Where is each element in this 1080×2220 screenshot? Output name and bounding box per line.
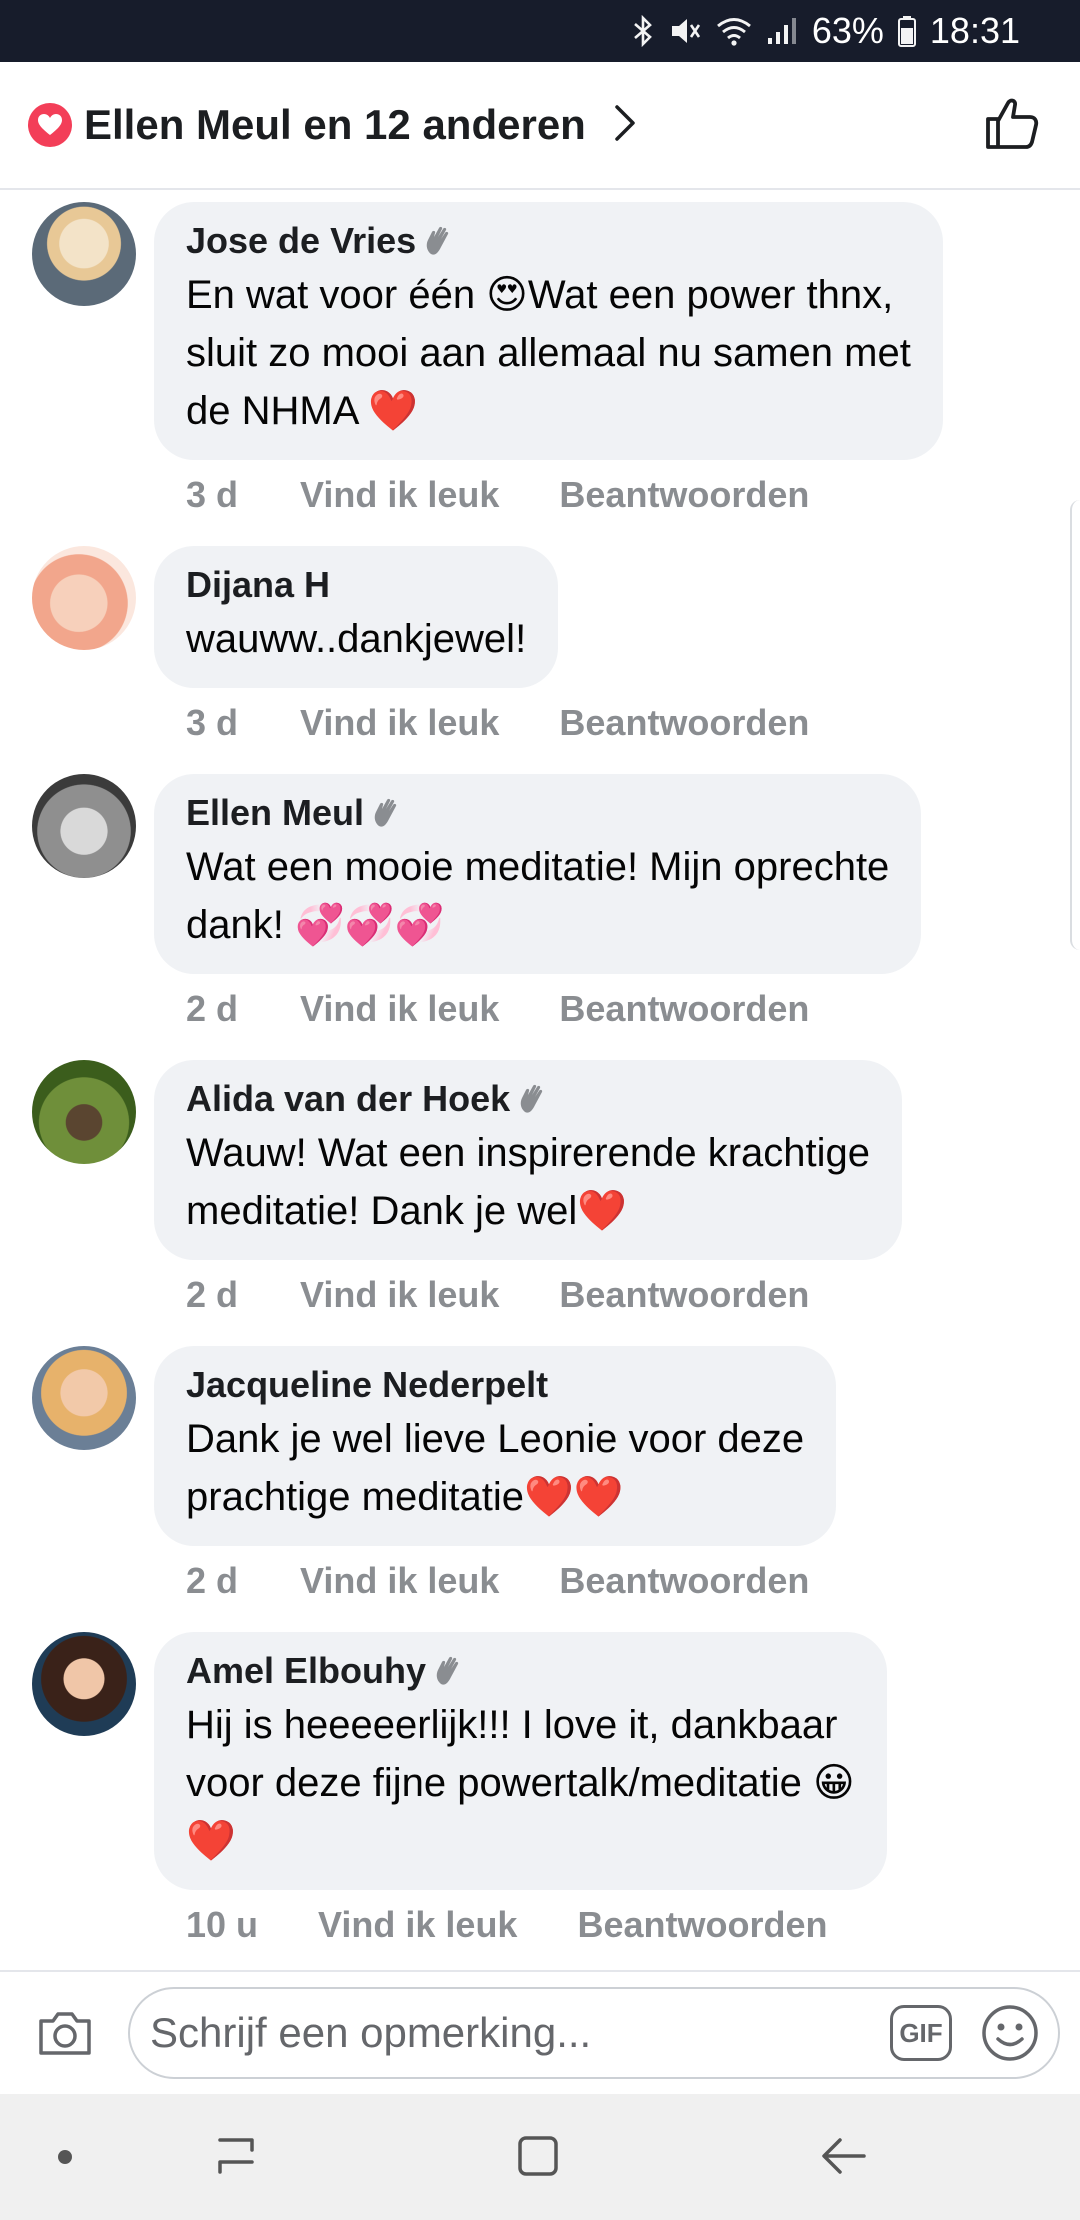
- comment-line: En wat voor één 😍Wat een power thnx,: [186, 273, 894, 317]
- system-nav-bar: [0, 2094, 1080, 2220]
- comment-timestamp[interactable]: 10 u: [186, 1904, 258, 1946]
- comment-line: voor deze fijne powertalk/meditatie 😀: [186, 1761, 855, 1805]
- reactions-header[interactable]: Ellen Meul en 12 anderen: [0, 62, 1080, 190]
- recent-apps-icon[interactable]: [212, 2134, 260, 2183]
- signal-icon: [766, 16, 798, 46]
- like-button[interactable]: Vind ik leuk: [300, 702, 499, 744]
- home-icon[interactable]: [514, 2132, 562, 2185]
- comment-timestamp[interactable]: 2 d: [186, 1560, 240, 1602]
- comment-author[interactable]: Ellen Meul: [186, 792, 364, 834]
- comment-line: de NHMA ❤️: [186, 389, 419, 433]
- comment-text: Wat een mooie meditatie! Mijn oprechte d…: [186, 838, 889, 954]
- reply-button[interactable]: Beantwoorden: [559, 1560, 809, 1602]
- avatar[interactable]: [32, 1632, 136, 1736]
- avatar[interactable]: [32, 1346, 136, 1450]
- reply-button[interactable]: Beantwoorden: [559, 702, 809, 744]
- avatar[interactable]: [32, 1060, 136, 1164]
- thumbs-up-icon[interactable]: [984, 95, 1040, 156]
- comment-text: En wat voor één 😍Wat een power thnx, slu…: [186, 266, 911, 440]
- comment-timestamp[interactable]: 3 d: [186, 702, 240, 744]
- comment-timestamp[interactable]: 2 d: [186, 988, 240, 1030]
- smiley-icon[interactable]: [978, 2001, 1042, 2065]
- comment-line: ❤️: [186, 1819, 236, 1863]
- comment-composer: GIF: [0, 1970, 1080, 2094]
- comment-text: wauww..dankjewel!: [186, 610, 526, 668]
- comment-text: Dank je wel lieve Leonie voor deze prach…: [186, 1410, 804, 1526]
- waving-hand-icon: [432, 1654, 466, 1688]
- comment-text: Wauw! Wat een inspirerende krachtige med…: [186, 1124, 870, 1240]
- comment-author[interactable]: Alida van der Hoek: [186, 1078, 510, 1120]
- comment-line: Wauw! Wat een inspirerende krachtige: [186, 1131, 871, 1175]
- comments-sheet: Ellen Meul en 12 anderen Jose de Vries E…: [0, 62, 1080, 2094]
- comment-line: meditatie! Dank je wel❤️: [186, 1189, 628, 1233]
- avatar[interactable]: [32, 202, 136, 306]
- comment-timestamp[interactable]: 2 d: [186, 1274, 240, 1316]
- chevron-right-icon[interactable]: [614, 104, 636, 147]
- comment-bubble[interactable]: Amel Elbouhy Hij is heeeeerlijk!!! I lov…: [154, 1632, 887, 1890]
- comment-item: Alida van der Hoek Wauw! Wat een inspire…: [0, 1060, 1080, 1320]
- reply-button[interactable]: Beantwoorden: [559, 988, 809, 1030]
- comment-line: dank! 💞💞💞: [186, 903, 445, 947]
- comment-line: wauww..dankjewel!: [186, 617, 527, 661]
- comment-line: Dank je wel lieve Leonie voor deze: [186, 1417, 805, 1461]
- comment-bubble[interactable]: Jacqueline Nederpelt Dank je wel lieve L…: [154, 1346, 837, 1546]
- reply-button[interactable]: Beantwoorden: [559, 1274, 809, 1316]
- comment-list: Jose de Vries En wat voor één 😍Wat een p…: [0, 190, 1080, 1950]
- comment-item: Amel Elbouhy Hij is heeeeerlijk!!! I lov…: [0, 1632, 1080, 1950]
- comment-line: Hij is heeeeerlijk!!! I love it, dankbaa…: [186, 1703, 838, 1747]
- battery-percentage: 63%: [811, 10, 884, 51]
- camera-icon[interactable]: [34, 2002, 96, 2064]
- like-button[interactable]: Vind ik leuk: [318, 1904, 517, 1946]
- comment-item: Jose de Vries En wat voor één 😍Wat een p…: [0, 202, 1080, 520]
- reply-button[interactable]: Beantwoorden: [559, 474, 809, 516]
- nav-dot-icon[interactable]: [58, 2150, 72, 2164]
- wifi-icon: [716, 16, 752, 46]
- comment-actions: 2 d Vind ik leuk Beantwoorden: [154, 1556, 1048, 1606]
- avatar[interactable]: [32, 774, 136, 878]
- clock: 18:31: [929, 10, 1020, 51]
- comment-item: Ellen Meul Wat een mooie meditatie! Mijn…: [0, 774, 1080, 1034]
- back-icon[interactable]: [820, 2132, 868, 2185]
- comment-bubble[interactable]: Ellen Meul Wat een mooie meditatie! Mijn…: [154, 774, 922, 974]
- comment-actions: 10 u Vind ik leuk Beantwoorden: [154, 1900, 1048, 1950]
- like-button[interactable]: Vind ik leuk: [300, 988, 499, 1030]
- comment-bubble[interactable]: Jose de Vries En wat voor één 😍Wat een p…: [154, 202, 943, 460]
- comment-line: sluit zo mooi aan allemaal nu samen met: [186, 331, 911, 375]
- like-button[interactable]: Vind ik leuk: [300, 1560, 499, 1602]
- waving-hand-icon: [422, 224, 456, 258]
- comment-text: Hij is heeeeerlijk!!! I love it, dankbaa…: [186, 1696, 855, 1870]
- mute-icon: [668, 15, 702, 47]
- comment-input[interactable]: [150, 2009, 890, 2057]
- comment-line: Wat een mooie meditatie! Mijn oprechte: [186, 845, 890, 889]
- comment-actions: 2 d Vind ik leuk Beantwoorden: [154, 984, 1048, 1034]
- reply-button[interactable]: Beantwoorden: [577, 1904, 827, 1946]
- avatar[interactable]: [32, 546, 136, 650]
- status-bar: 63% 18:31: [0, 0, 1080, 62]
- comment-actions: 3 d Vind ik leuk Beantwoorden: [154, 698, 1048, 748]
- comment-timestamp[interactable]: 3 d: [186, 474, 240, 516]
- heart-icon: [28, 103, 72, 147]
- waving-hand-icon: [370, 796, 404, 830]
- comment-author[interactable]: Jose de Vries: [186, 220, 416, 262]
- comment-bubble[interactable]: Alida van der Hoek Wauw! Wat een inspire…: [154, 1060, 903, 1260]
- comment-input-wrapper: GIF: [128, 1987, 1060, 2079]
- reactions-summary[interactable]: Ellen Meul en 12 anderen: [84, 101, 586, 149]
- comment-item: Dijana H wauww..dankjewel! 3 d Vind ik l…: [0, 546, 1080, 748]
- comment-author[interactable]: Jacqueline Nederpelt: [186, 1364, 548, 1406]
- battery-icon: [897, 15, 916, 47]
- like-button[interactable]: Vind ik leuk: [300, 474, 499, 516]
- comment-actions: 3 d Vind ik leuk Beantwoorden: [154, 470, 1048, 520]
- waving-hand-icon: [516, 1082, 550, 1116]
- comment-bubble[interactable]: Dijana H wauww..dankjewel!: [154, 546, 559, 688]
- comment-actions: 2 d Vind ik leuk Beantwoorden: [154, 1270, 1048, 1320]
- comment-author[interactable]: Amel Elbouhy: [186, 1650, 426, 1692]
- gif-button[interactable]: GIF: [890, 2005, 952, 2061]
- like-button[interactable]: Vind ik leuk: [300, 1274, 499, 1316]
- bluetooth-icon: [632, 15, 654, 47]
- comment-line: prachtige meditatie❤️❤️: [186, 1475, 624, 1519]
- comment-author[interactable]: Dijana H: [186, 564, 330, 606]
- comment-item: Jacqueline Nederpelt Dank je wel lieve L…: [0, 1346, 1080, 1606]
